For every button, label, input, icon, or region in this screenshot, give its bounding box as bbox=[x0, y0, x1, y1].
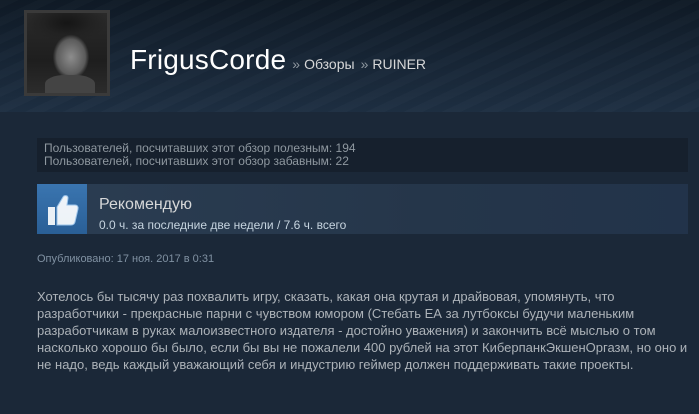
breadcrumb-separator: » bbox=[360, 56, 369, 72]
posted-date: Опубликовано: 17 ноя. 2017 в 0:31 bbox=[37, 253, 215, 265]
profile-header: FrigusCorde » Обзоры » RUINER bbox=[0, 0, 699, 112]
playtime: 0.0 ч. за последние две недели / 7.6 ч. … bbox=[99, 218, 347, 232]
review-stats: Пользователей, посчитавших этот обзор по… bbox=[37, 138, 688, 172]
thumbs-up-icon-graphic bbox=[48, 195, 79, 226]
avatar[interactable] bbox=[24, 10, 110, 96]
breadcrumb: FrigusCorde » Обзоры » RUINER bbox=[130, 44, 426, 84]
funny-count: Пользователей, посчитавших этот обзор за… bbox=[44, 154, 349, 168]
breadcrumb-separator: » bbox=[292, 56, 301, 72]
username-link[interactable]: FrigusCorde bbox=[130, 44, 286, 76]
review-body: Хотелось бы тысячу раз похвалить игру, с… bbox=[37, 289, 688, 372]
thumbs-up-icon bbox=[37, 184, 87, 234]
breadcrumb-reviews-link[interactable]: Обзоры bbox=[304, 56, 355, 72]
breadcrumb-game-link[interactable]: RUINER bbox=[372, 56, 426, 72]
review-recommendation-header: Рекомендую 0.0 ч. за последние две недел… bbox=[37, 184, 688, 234]
avatar-image bbox=[27, 13, 107, 93]
recommendation-title: Рекомендую bbox=[99, 196, 193, 213]
